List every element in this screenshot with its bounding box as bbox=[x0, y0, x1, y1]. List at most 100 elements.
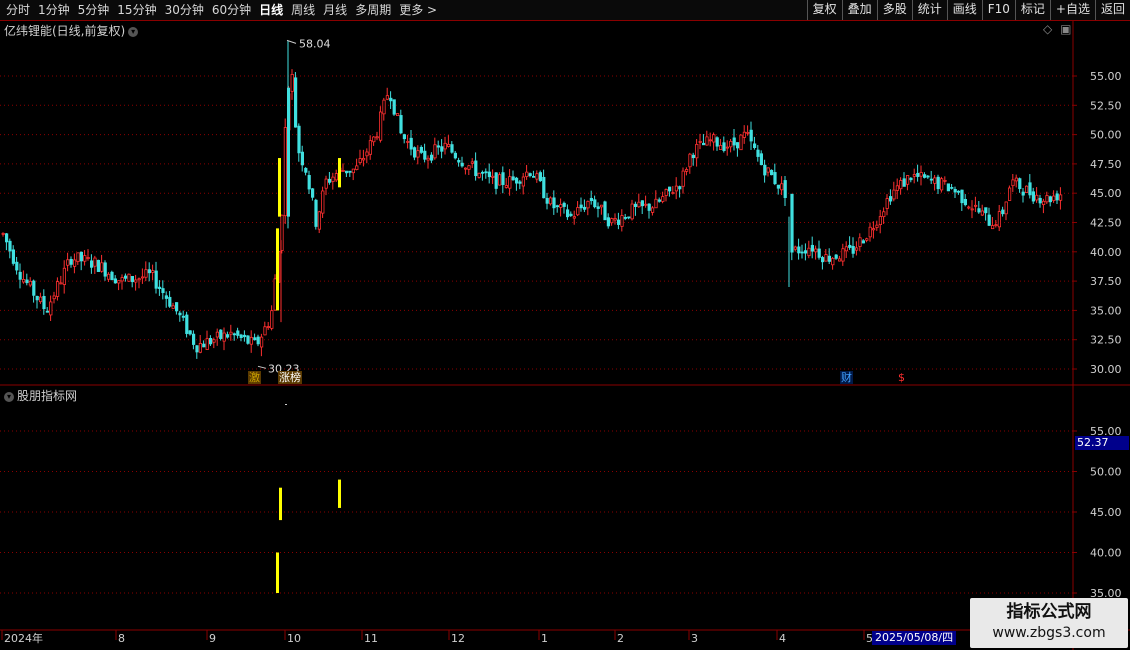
candle-body bbox=[753, 143, 757, 148]
candle-body bbox=[293, 77, 298, 128]
candle-body bbox=[171, 305, 175, 309]
candle-body bbox=[725, 146, 730, 149]
candle-body bbox=[688, 153, 692, 168]
candle-body bbox=[229, 331, 233, 335]
candle-body bbox=[620, 215, 624, 227]
candle-body bbox=[552, 197, 556, 209]
candle-body bbox=[950, 187, 954, 189]
candle-body bbox=[327, 178, 332, 183]
candle-body bbox=[501, 172, 505, 185]
candle-body bbox=[566, 209, 570, 218]
candle-body bbox=[746, 131, 750, 134]
candle-body bbox=[814, 248, 818, 253]
period-tab-7[interactable]: 周线 bbox=[291, 2, 315, 18]
candle-body bbox=[1018, 178, 1022, 190]
candle-body bbox=[559, 204, 563, 208]
candle-body bbox=[654, 198, 658, 209]
candle-body bbox=[236, 330, 240, 336]
candle-body bbox=[110, 271, 114, 281]
candle-body bbox=[134, 279, 138, 283]
toolbar-button-4[interactable]: 画线 bbox=[946, 0, 982, 20]
candle-body bbox=[919, 172, 923, 177]
period-tab-8[interactable]: 月线 bbox=[323, 2, 347, 18]
candle-body bbox=[15, 261, 19, 271]
candle-body bbox=[205, 338, 209, 350]
event-tag-0[interactable]: 激 bbox=[248, 371, 261, 384]
candle-body bbox=[606, 217, 611, 227]
candle-body bbox=[28, 280, 33, 286]
period-tab-9[interactable]: 多周期 bbox=[355, 2, 391, 18]
candle-body bbox=[467, 165, 471, 170]
toolbar-button-3[interactable]: 统计 bbox=[911, 0, 947, 20]
candle-body bbox=[960, 189, 964, 204]
candle-body bbox=[256, 336, 260, 345]
candle-body bbox=[906, 175, 910, 185]
time-tick-label: 2024年 bbox=[4, 631, 43, 645]
toolbar-button-5[interactable]: F10 bbox=[981, 0, 1015, 20]
candle-body bbox=[39, 296, 43, 303]
period-tab-4[interactable]: 30分钟 bbox=[165, 2, 204, 18]
candle-body bbox=[259, 336, 264, 348]
toolbar-button-8[interactable]: 返回 bbox=[1094, 0, 1130, 20]
candle-body bbox=[83, 255, 87, 262]
period-tab-3[interactable]: 15分钟 bbox=[117, 2, 156, 18]
candle-body bbox=[549, 197, 553, 205]
price-tick-label: 47.50 bbox=[1090, 158, 1122, 171]
toolbar-button-1[interactable]: 叠加 bbox=[841, 0, 877, 20]
candle-body bbox=[974, 204, 978, 207]
candle-body bbox=[511, 176, 515, 181]
candle-body bbox=[18, 271, 22, 280]
candle-body bbox=[242, 334, 247, 338]
candle-body bbox=[460, 162, 464, 167]
event-tag-2[interactable]: 财 bbox=[840, 371, 853, 384]
candle-body bbox=[797, 246, 801, 254]
candle-body bbox=[695, 144, 699, 159]
period-tab-0[interactable]: 分时 bbox=[6, 2, 30, 18]
candle-body bbox=[93, 257, 97, 267]
event-tag-1[interactable]: 涨榜 bbox=[278, 371, 302, 384]
price-tick-label: 50.00 bbox=[1090, 129, 1122, 142]
candle-body bbox=[348, 170, 352, 173]
toolbar-button-0[interactable]: 复权 bbox=[806, 0, 842, 20]
candle-body bbox=[426, 157, 430, 161]
candle-body bbox=[929, 178, 934, 181]
candle-body bbox=[188, 330, 192, 335]
period-tab-6[interactable]: 日线 bbox=[259, 2, 283, 18]
candle-body bbox=[807, 247, 811, 257]
candle-body bbox=[130, 276, 134, 283]
candle-body bbox=[732, 137, 736, 146]
period-tab-10[interactable]: 更多 > bbox=[399, 2, 437, 18]
kline-chart[interactable]: 55.00 52.50 50.00 47.50 45.00 42.50 40.00 37.50… bbox=[0, 21, 1130, 650]
candle-body bbox=[759, 153, 764, 166]
candle-body bbox=[936, 176, 940, 190]
price-tick-label: 30.00 bbox=[1090, 363, 1122, 376]
candle-body bbox=[793, 246, 798, 250]
candle-body bbox=[756, 149, 760, 157]
candle-body bbox=[232, 333, 236, 336]
candle-body bbox=[157, 286, 162, 289]
toolbar-button-6[interactable]: 标记 bbox=[1014, 0, 1050, 20]
candle-body bbox=[538, 172, 543, 182]
candle-body bbox=[766, 167, 770, 173]
candle-body bbox=[858, 237, 862, 247]
candle-body bbox=[827, 255, 832, 262]
candle-body bbox=[202, 343, 206, 348]
candle-body bbox=[35, 295, 39, 301]
toolbar-button-2[interactable]: 多股 bbox=[876, 0, 912, 20]
toolbar-button-7[interactable]: +自选 bbox=[1049, 0, 1095, 20]
event-tag-3[interactable]: $ bbox=[897, 371, 906, 384]
candle-body bbox=[800, 251, 804, 254]
candle-body bbox=[722, 142, 726, 151]
candle-body bbox=[977, 208, 981, 213]
period-tab-2[interactable]: 5分钟 bbox=[78, 2, 110, 18]
candle-body bbox=[1042, 200, 1046, 206]
candle-body bbox=[117, 280, 121, 284]
period-tab-1[interactable]: 1分钟 bbox=[38, 2, 70, 18]
candle-body bbox=[174, 302, 179, 312]
period-tab-5[interactable]: 60分钟 bbox=[212, 2, 251, 18]
candle-body bbox=[997, 211, 1002, 228]
candle-body bbox=[943, 179, 947, 182]
candle-body bbox=[453, 152, 458, 159]
indicator-signal-bar bbox=[279, 487, 282, 521]
toolbar-actions: 复权 叠加 多股 统计 画线 F10 标记 +自选 返回 bbox=[806, 0, 1130, 20]
